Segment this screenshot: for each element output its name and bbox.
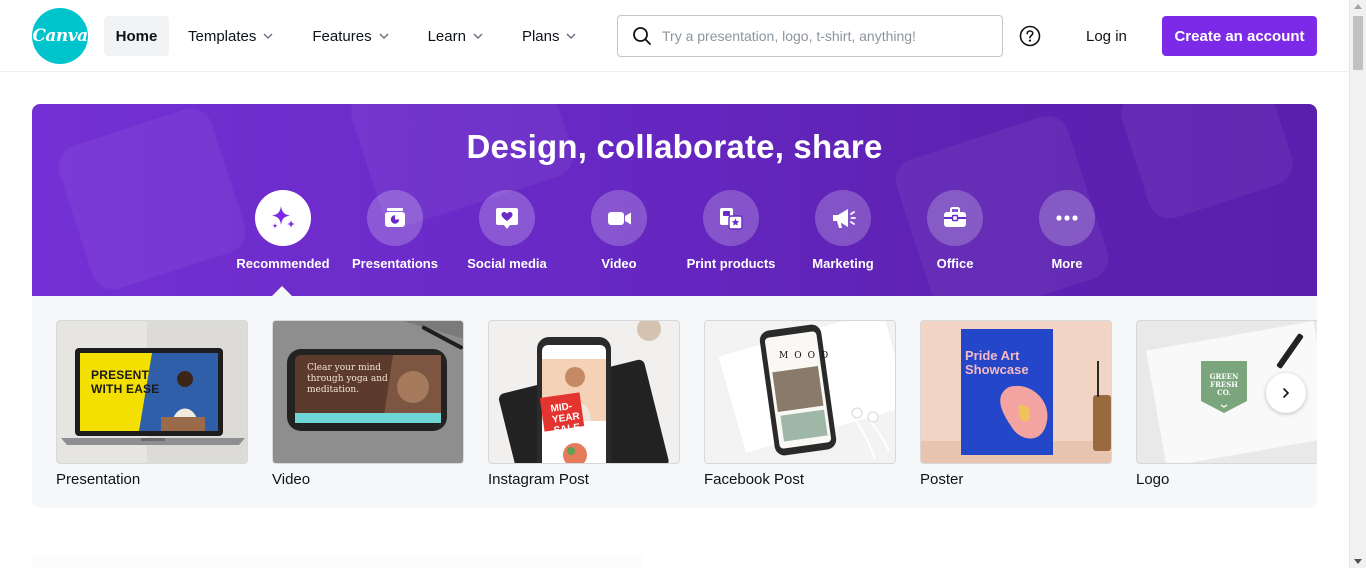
card-thumbnail: Pride Art Showcase — [920, 320, 1112, 464]
phone-on-notebook-illustration — [489, 321, 679, 463]
scroll-thumb[interactable] — [1353, 16, 1363, 70]
chevron-right-icon — [1280, 387, 1292, 399]
category-marketing[interactable]: Marketing — [787, 190, 899, 280]
card-thumb-text: GREEN FRESH CO. — [1209, 372, 1239, 397]
heart-chat-icon — [479, 190, 535, 246]
category-presentations[interactable]: Presentations — [339, 190, 451, 280]
create-account-button[interactable]: Create an account — [1162, 16, 1317, 56]
category-label: Office — [936, 256, 974, 271]
card-video[interactable]: Clear your mind through yoga and meditat… — [272, 320, 464, 488]
more-dots-icon — [1039, 190, 1095, 246]
carousel-next-button[interactable] — [1266, 373, 1306, 413]
card-thumbnail: PRESENT WITH EASE — [56, 320, 248, 464]
nav-plans-label: Plans — [521, 27, 560, 45]
nav-features[interactable]: Features — [300, 16, 401, 56]
card-label: Logo — [1136, 471, 1170, 488]
nav-features-label: Features — [312, 27, 372, 45]
category-label: More — [1051, 256, 1083, 271]
card-label: Instagram Post — [488, 471, 589, 488]
nav-templates[interactable]: Templates — [176, 16, 286, 56]
category-label: Presentations — [352, 256, 438, 271]
megaphone-icon — [815, 190, 871, 246]
phone-with-earphones-illustration — [705, 321, 895, 463]
print-products-icon — [703, 190, 759, 246]
card-label: Poster — [920, 471, 964, 488]
chevron-down-icon — [378, 30, 390, 42]
chevron-down-icon — [472, 30, 484, 42]
category-label: Social media — [467, 256, 547, 271]
category-video[interactable]: Video — [563, 190, 675, 280]
canva-logo[interactable]: Canva — [32, 8, 88, 64]
category-office[interactable]: Office — [899, 190, 1011, 280]
category-recommended[interactable]: Recommended — [227, 190, 339, 280]
category-tabs: Recommended Presentations Social media V… — [227, 190, 1123, 280]
category-print-products[interactable]: Print products — [675, 190, 787, 280]
category-label: Video — [601, 256, 637, 271]
card-thumbnail: Clear your mind through yoga and meditat… — [272, 320, 464, 464]
design-type-carousel: PRESENT WITH EASE Presentation Clear you… — [32, 296, 1317, 508]
search-icon — [632, 26, 652, 46]
card-thumb-text: MOOD — [779, 351, 835, 361]
poster-illustration — [921, 321, 1111, 463]
card-thumb-text: Pride Art Showcase — [965, 348, 1029, 377]
card-thumb-text: MID-YEAR SALE — [549, 400, 581, 437]
scroll-down-arrow-icon[interactable] — [1354, 559, 1362, 564]
briefcase-icon — [927, 190, 983, 246]
scroll-up-arrow-icon[interactable] — [1354, 4, 1362, 9]
search-input[interactable] — [662, 28, 982, 44]
card-thumb-text: PRESENT WITH EASE — [91, 368, 160, 396]
card-presentation[interactable]: PRESENT WITH EASE Presentation — [56, 320, 248, 488]
card-facebook-post[interactable]: MOOD Facebook Post — [704, 320, 896, 488]
nav-home[interactable]: Home — [104, 16, 169, 56]
hero-banner: Design, collaborate, share Recommended P… — [32, 104, 1317, 296]
nav-home-label: Home — [115, 27, 158, 45]
login-button[interactable]: Log in — [1072, 16, 1141, 56]
category-more[interactable]: More — [1011, 190, 1123, 280]
help-circle-icon[interactable] — [1019, 25, 1041, 47]
nav-learn-label: Learn — [427, 27, 466, 45]
card-label: Video — [272, 471, 311, 488]
main-nav: Home Templates Features Learn Plans — [104, 16, 589, 56]
card-thumb-text: Clear your mind through yoga and meditat… — [307, 363, 388, 395]
top-header: Canva Home Templates Features Learn Plan… — [0, 0, 1349, 72]
card-instagram-post[interactable]: MID-YEAR SALE Instagram Post — [488, 320, 680, 488]
nav-learn[interactable]: Learn — [416, 16, 496, 56]
active-tab-caret — [272, 286, 292, 296]
nav-plans[interactable]: Plans — [510, 16, 590, 56]
category-social-media[interactable]: Social media — [451, 190, 563, 280]
category-label: Print products — [686, 256, 776, 271]
card-thumbnail: MID-YEAR SALE — [488, 320, 680, 464]
category-label: Marketing — [812, 256, 874, 271]
nav-templates-label: Templates — [188, 27, 257, 45]
video-camera-icon — [591, 190, 647, 246]
category-label: Recommended — [236, 256, 330, 271]
sparkle-icon — [255, 190, 311, 246]
chevron-down-icon — [565, 30, 577, 42]
card-label: Presentation — [56, 471, 141, 488]
search-bar[interactable] — [617, 15, 1003, 57]
next-section-preview — [32, 556, 642, 568]
card-label: Facebook Post — [704, 471, 805, 488]
page-scrollbar[interactable] — [1349, 0, 1366, 568]
card-thumbnail: MOOD — [704, 320, 896, 464]
presentation-icon — [367, 190, 423, 246]
chevron-down-icon — [262, 30, 274, 42]
hero-title: Design, collaborate, share — [466, 128, 883, 165]
card-poster[interactable]: Pride Art Showcase Poster — [920, 320, 1112, 488]
